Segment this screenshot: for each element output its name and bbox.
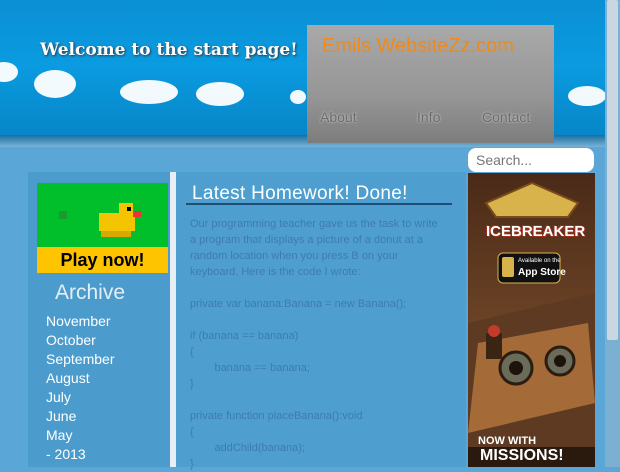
search-input[interactable] bbox=[468, 148, 594, 172]
scrollbar-thumb[interactable] bbox=[607, 0, 618, 340]
cloud-decoration bbox=[34, 70, 76, 98]
code-line: private function placeBanana():void bbox=[190, 410, 363, 422]
code-line: banana == banana; bbox=[190, 362, 310, 374]
ad-tagline-2: MISSIONS! bbox=[480, 447, 564, 464]
site-brand[interactable]: Emils WebsiteZz.com bbox=[322, 35, 514, 58]
code-line: if (banana == banana) bbox=[190, 330, 299, 342]
cloud-decoration bbox=[196, 82, 244, 106]
cloud-decoration bbox=[120, 80, 178, 104]
code-line: } bbox=[190, 458, 194, 470]
archive-item[interactable]: September bbox=[46, 350, 114, 369]
code-line: } bbox=[190, 378, 194, 390]
play-now-ad[interactable]: Play now! bbox=[37, 183, 168, 273]
archive-item[interactable]: October bbox=[46, 331, 114, 350]
code-line: { bbox=[190, 426, 194, 438]
archive-item[interactable]: June bbox=[46, 407, 114, 426]
code-line: private var banana:Banana = new Banana()… bbox=[190, 298, 407, 310]
archive-item[interactable]: May bbox=[46, 426, 114, 445]
duck-icon bbox=[37, 183, 168, 247]
nav-link-contact[interactable]: Contact bbox=[482, 109, 530, 125]
app-store-small-label: Available on the bbox=[518, 258, 561, 264]
nav-link-info[interactable]: Info bbox=[417, 109, 440, 125]
code-line: addChild(banana); bbox=[190, 442, 305, 454]
cloud-decoration bbox=[0, 62, 18, 82]
post-intro: Our programming teacher gave us the task… bbox=[190, 218, 438, 278]
archive-item[interactable]: August bbox=[46, 369, 114, 388]
post-title: Latest Homework! Done! bbox=[192, 183, 408, 204]
icebreaker-ad-art bbox=[468, 173, 595, 467]
archive-item[interactable]: November bbox=[46, 312, 114, 331]
code-line: { bbox=[190, 346, 194, 358]
icebreaker-ad[interactable]: ICEBREAKER Available on the App Store NO… bbox=[468, 173, 595, 467]
archive-list: November October September August July J… bbox=[46, 312, 114, 464]
ad-tagline-1: NOW WITH bbox=[478, 435, 537, 447]
archive-title: Archive bbox=[55, 281, 126, 304]
ad-title: ICEBREAKER bbox=[486, 223, 586, 240]
welcome-heading: Welcome to the start page! bbox=[40, 40, 298, 60]
cloud-decoration bbox=[290, 90, 306, 104]
title-underline bbox=[186, 203, 452, 205]
archive-item[interactable]: - 2013 bbox=[46, 445, 114, 464]
cloud-decoration bbox=[568, 86, 606, 106]
app-store-badge[interactable]: App Store bbox=[518, 267, 566, 278]
nav-link-about[interactable]: About bbox=[320, 109, 357, 125]
play-now-label[interactable]: Play now! bbox=[37, 247, 168, 273]
post-body: Our programming teacher gave us the task… bbox=[190, 216, 446, 472]
archive-item[interactable]: July bbox=[46, 388, 114, 407]
brand-box: Emils WebsiteZz.com About Info Contact bbox=[307, 25, 554, 143]
